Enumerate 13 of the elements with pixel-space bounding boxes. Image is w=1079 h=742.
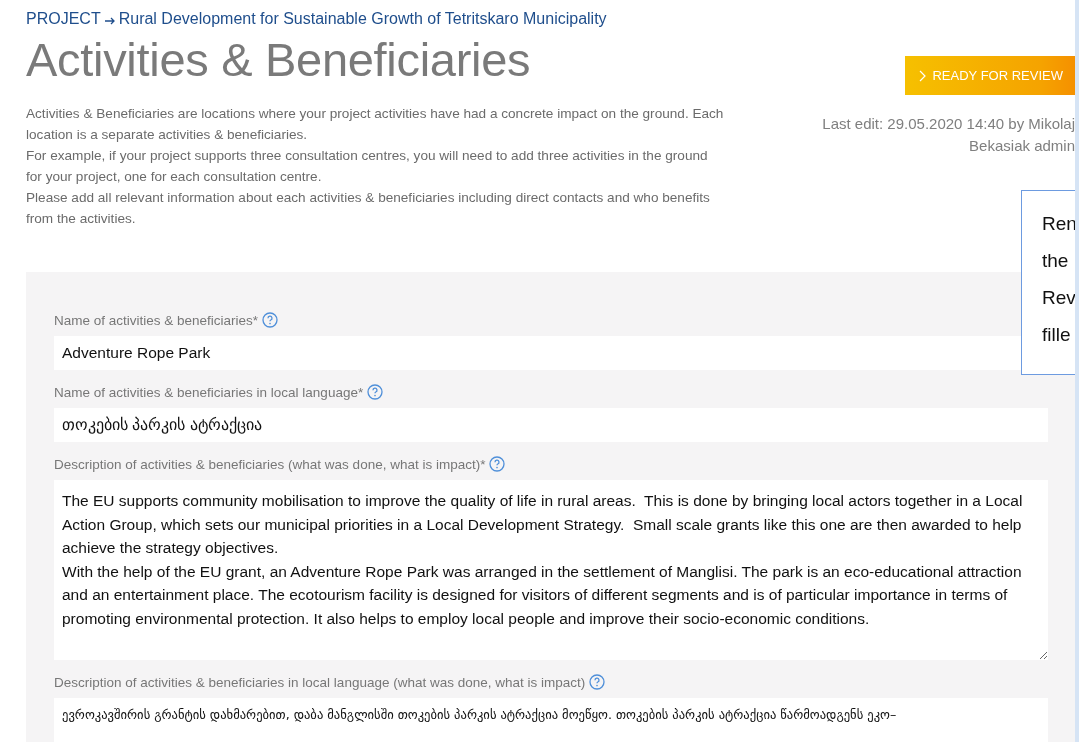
intro-text: Please add all relevant information about each activities & beneficiaries including direct contacts and who benefits from the activities. [26, 189, 711, 228]
last-edit-text: Last edit: 29.05.2020 14:40 by Mikolaj [822, 114, 1075, 134]
field-label: Name of activities & beneficiaries in local language* [54, 384, 364, 400]
tooltip-text: the [1042, 249, 1070, 273]
tooltip-text: Ren [1042, 212, 1075, 236]
tooltip-text: Rev [1042, 286, 1075, 310]
page-title: Activities & Beneficiaries [26, 32, 532, 87]
field-label: Description of activities & beneficiaries in local language (what was done, what is impact) [54, 674, 586, 690]
intro-text: For example, if your project supports three consultation centres, you will need to add three activities in the ground for your project, one for each consultation centre. [26, 147, 709, 186]
intro-text: Activities & Beneficiaries are locations where your project activities have had a concrete impact on the ground. Each location is a separate activities & beneficiaries. [26, 105, 725, 144]
field-label: Name of activities & beneficiaries* [54, 312, 259, 328]
field-label: Description of activities & beneficiaries (what was done, what is impact)* [54, 456, 486, 472]
last-edit-text: Bekasiak admin [969, 136, 1075, 156]
